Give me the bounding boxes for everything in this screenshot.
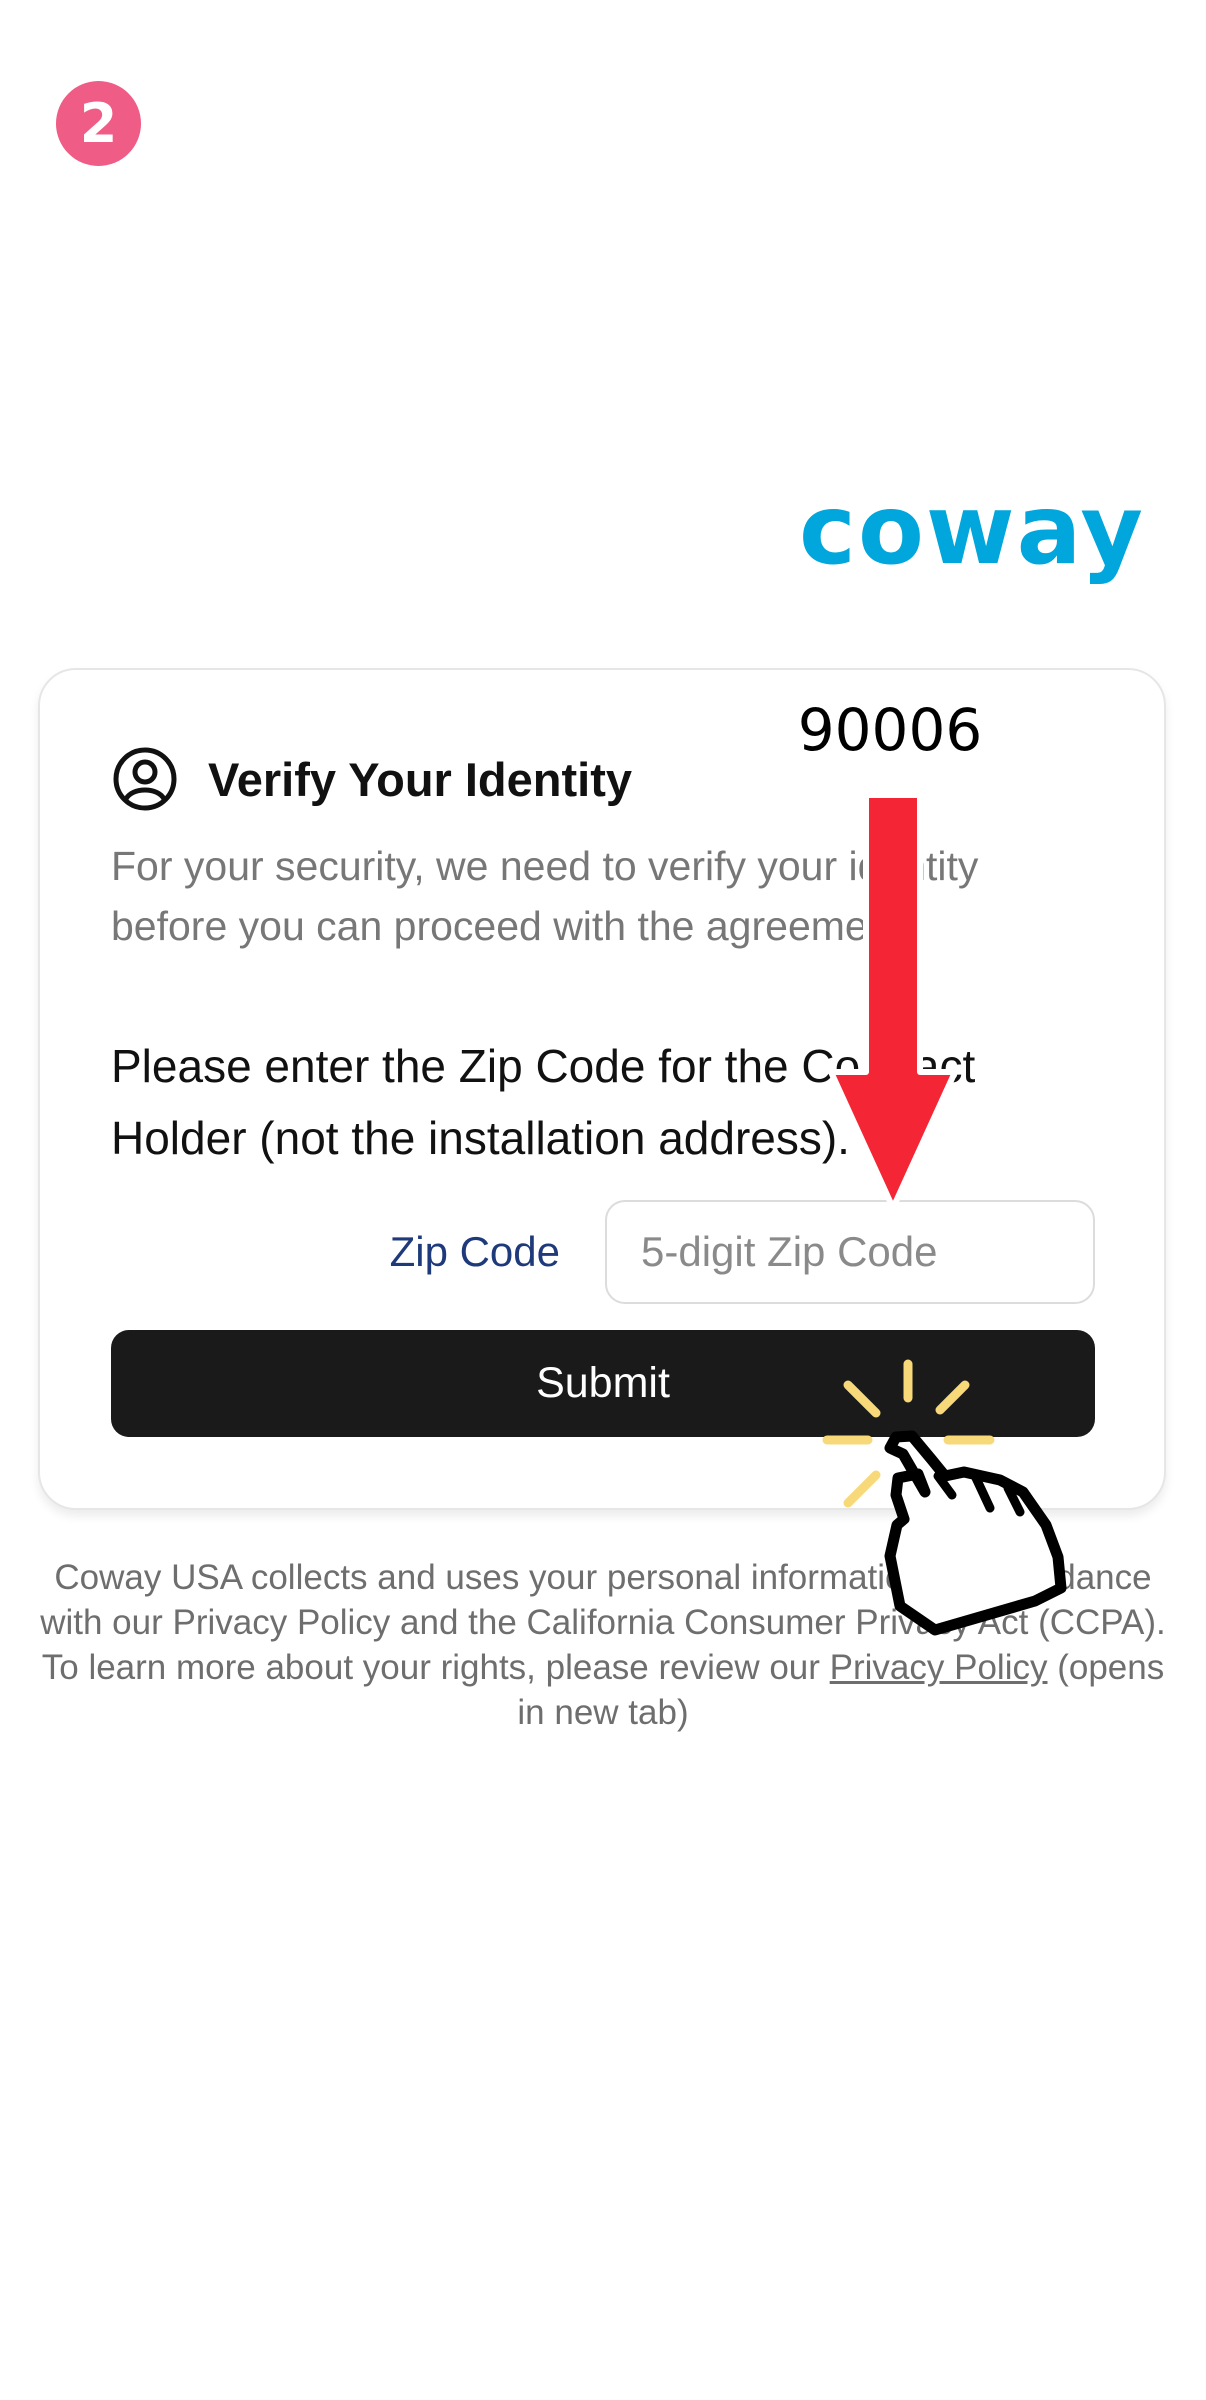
privacy-notice: Coway USA collects and uses your persona…	[40, 1555, 1166, 1735]
step-number-badge: 2	[56, 81, 141, 166]
user-circle-icon	[113, 747, 177, 811]
zip-prompt: Please enter the Zip Code for the Contra…	[111, 1040, 976, 1164]
privacy-notice-prefix: To learn more about your rights, please …	[41, 1648, 830, 1687]
security-message: For your security, we need to verify you…	[111, 843, 979, 949]
card-header: Verify Your Identity	[112, 740, 632, 818]
card-title: Verify Your Identity	[208, 752, 632, 806]
zip-code-input[interactable]	[605, 1200, 1095, 1304]
privacy-policy-link[interactable]: Privacy Policy	[830, 1648, 1048, 1687]
privacy-notice-line2: To learn more about your rights, please …	[40, 1645, 1166, 1735]
submit-button[interactable]: Submit	[111, 1330, 1095, 1437]
annotation-zip-value: 90006	[797, 696, 983, 764]
coway-logo: coway	[799, 474, 1145, 586]
zip-code-label: Zip Code	[389, 1228, 560, 1275]
privacy-notice-line1: Coway USA collects and uses your persona…	[40, 1558, 1166, 1642]
